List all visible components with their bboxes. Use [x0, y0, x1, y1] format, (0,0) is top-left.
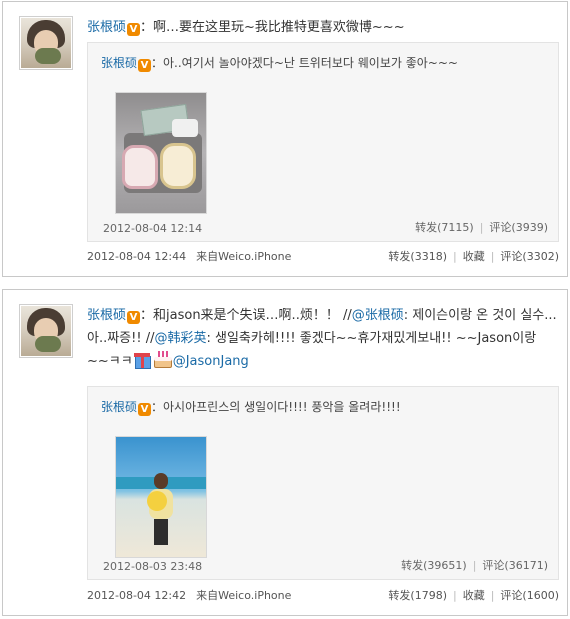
repost-forward-link[interactable]: 转发(39651): [401, 559, 467, 572]
post-body-part: ：和jason来是个失误…啊..烦！！ //: [140, 308, 352, 323]
username-link[interactable]: 张根硕: [87, 308, 126, 323]
forward-link[interactable]: 转发(3318): [388, 250, 447, 263]
post-actions: 转发(1798) | 收藏 | 评论(1600): [388, 589, 559, 602]
post-text: 张根硕 V ：啊…要在这里玩~我比推特更喜欢微博~~~: [87, 16, 557, 39]
verified-v-icon: V: [127, 23, 141, 36]
post-meta: 2012-08-04 12:44 来自Weico.iPhone: [87, 248, 291, 264]
mention-link[interactable]: @韩彩英: [154, 331, 206, 346]
mention-link[interactable]: @JasonJang: [173, 354, 249, 369]
post-text: 张根硕 V ：和jason来是个失误…啊..烦！！ //@张根硕: 제이슨이랑 온 …: [87, 304, 557, 373]
post-timestamp[interactable]: 2012-08-04 12:44: [87, 250, 186, 263]
repost-photo-thumbnail[interactable]: [115, 92, 207, 214]
repost-comment-link[interactable]: 评论(36171): [482, 559, 548, 572]
reposted-content: 张根硕 V ：아시아프린스의 생일이다!!!! 풍악을 올려라!!!! 2012-0…: [87, 386, 559, 580]
post-timestamp[interactable]: 2012-08-04 12:42: [87, 589, 186, 602]
repost-timestamp[interactable]: 2012-08-04 12:14: [103, 222, 202, 235]
avatar-image: [21, 306, 71, 356]
post-actions: 转发(3318) | 收藏 | 评论(3302): [388, 250, 559, 263]
repost-text: 张根硕 V ：아..여기서 놀아야겠다~난 트위터보다 웨이보가 좋아~~~: [101, 54, 541, 72]
repost-comment-link[interactable]: 评论(3939): [489, 221, 548, 234]
repost-text: 张根硕 V ：아시아프린스의 생일이다!!!! 풍악을 올려라!!!!: [101, 398, 541, 416]
verified-v-icon: V: [138, 59, 152, 72]
avatar-image: [21, 18, 71, 68]
birthday-cake-icon: [153, 350, 173, 368]
forward-link[interactable]: 转发(1798): [388, 589, 447, 602]
repost-photo-thumbnail[interactable]: [115, 436, 207, 558]
repost-body: ：아..여기서 놀아야겠다~난 트위터보다 웨이보가 좋아~~~: [151, 56, 458, 70]
post-meta: 2012-08-04 12:42 来自Weico.iPhone: [87, 587, 291, 603]
favorite-link[interactable]: 收藏: [463, 589, 485, 602]
repost-body: ：아시아프린스의 생일이다!!!! 풍악을 올려라!!!!: [151, 400, 401, 414]
post-source[interactable]: 来自Weico.iPhone: [196, 250, 291, 263]
avatar[interactable]: [19, 304, 73, 358]
repost-username-link[interactable]: 张根硕: [101, 56, 137, 70]
post-source[interactable]: 来自Weico.iPhone: [196, 589, 291, 602]
repost-timestamp[interactable]: 2012-08-03 23:48: [103, 560, 202, 573]
username-link[interactable]: 张根硕: [87, 20, 126, 35]
repost-actions: 转发(7115) | 评论(3939): [415, 221, 548, 234]
comment-link[interactable]: 评论(3302): [500, 250, 559, 263]
verified-v-icon: V: [138, 403, 152, 416]
favorite-link[interactable]: 收藏: [463, 250, 485, 263]
weibo-post: 张根硕 V ：啊…要在这里玩~我比推特更喜欢微博~~~ 张根硕 V ：아..여기서 놀아…: [2, 1, 568, 277]
repost-forward-link[interactable]: 转发(7115): [415, 221, 474, 234]
post-body: ：啊…要在这里玩~我比推特更喜欢微博~~~: [140, 20, 405, 35]
mention-link[interactable]: @张根硕: [352, 308, 404, 323]
repost-actions: 转发(39651) | 评论(36171): [401, 559, 548, 572]
repost-username-link[interactable]: 张根硕: [101, 400, 137, 414]
verified-v-icon: V: [127, 311, 141, 324]
avatar[interactable]: [19, 16, 73, 70]
gift-icon: [133, 350, 151, 369]
reposted-content: 张根硕 V ：아..여기서 놀아야겠다~난 트위터보다 웨이보가 좋아~~~ 201…: [87, 42, 559, 242]
comment-link[interactable]: 评论(1600): [500, 589, 559, 602]
weibo-post: 张根硕 V ：和jason来是个失误…啊..烦！！ //@张根硕: 제이슨이랑 온 …: [2, 289, 568, 616]
